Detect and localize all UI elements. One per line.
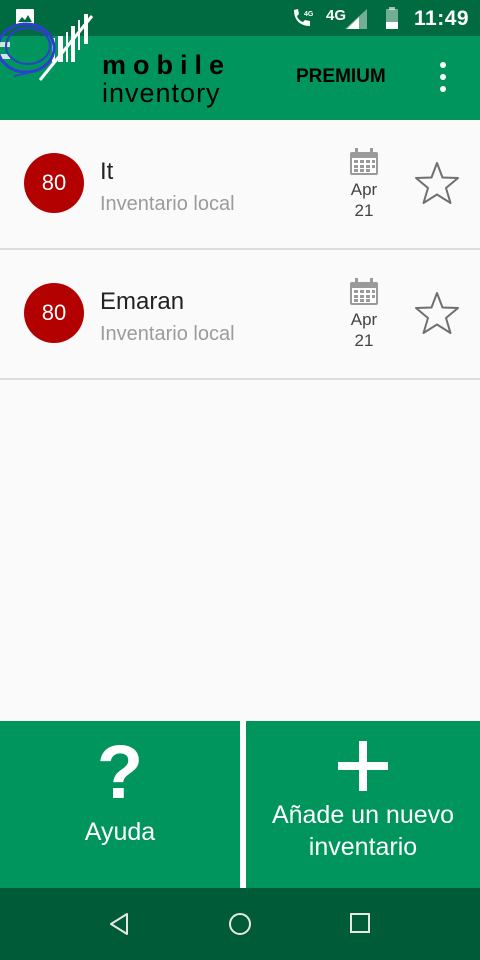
back-icon[interactable] [108,912,130,936]
inventory-list: 80 It Inventario local Apr 21 80 Emaran … [0,120,480,380]
add-inventory-button[interactable]: Añade un nuevo inventario [246,721,480,888]
battery-icon [386,7,398,29]
barcode-logo-icon[interactable] [0,12,96,82]
home-icon[interactable] [228,912,252,936]
recents-icon[interactable] [350,912,370,934]
date-month: Apr [350,310,378,329]
signal-icon [345,9,367,29]
wifi-call-icon: 4G [294,9,313,26]
bottom-actions: ? Ayuda Añade un nuevo inventario [0,721,480,888]
inventory-row[interactable]: 80 It Inventario local Apr 21 [0,120,480,250]
calendar-icon [350,148,378,175]
item-count-badge: 80 [24,153,84,213]
network-type-label: 4G [326,7,347,24]
favorite-star-icon[interactable] [413,160,461,206]
svg-text:4G: 4G [304,11,313,18]
logo-title: mobile [102,50,232,80]
inventory-name: Emaran [100,288,185,315]
inventory-type: Inventario local [100,193,235,215]
item-count-badge: 80 [24,283,84,343]
inventory-type: Inventario local [100,323,235,345]
help-label: Ayuda [84,818,156,846]
date-month: Apr [350,180,378,199]
more-options-icon[interactable] [434,62,452,96]
add-inventory-label: Añade un nuevo inventario [271,801,455,861]
logo-subtitle: inventory [102,78,221,108]
clock: 11:49 [414,7,470,30]
help-icon: ? [96,730,144,815]
inventory-name: It [100,158,114,185]
inventory-row[interactable]: 80 Emaran Inventario local Apr 21 [0,250,480,380]
premium-button[interactable]: PREMIUM [296,66,386,88]
plus-icon [338,741,388,791]
date-day: 21 [354,331,374,350]
help-button[interactable]: ? Ayuda [0,721,240,888]
favorite-star-icon[interactable] [413,290,461,336]
system-nav-bar [0,888,480,960]
date-day: 21 [354,201,374,220]
calendar-icon [350,278,378,305]
